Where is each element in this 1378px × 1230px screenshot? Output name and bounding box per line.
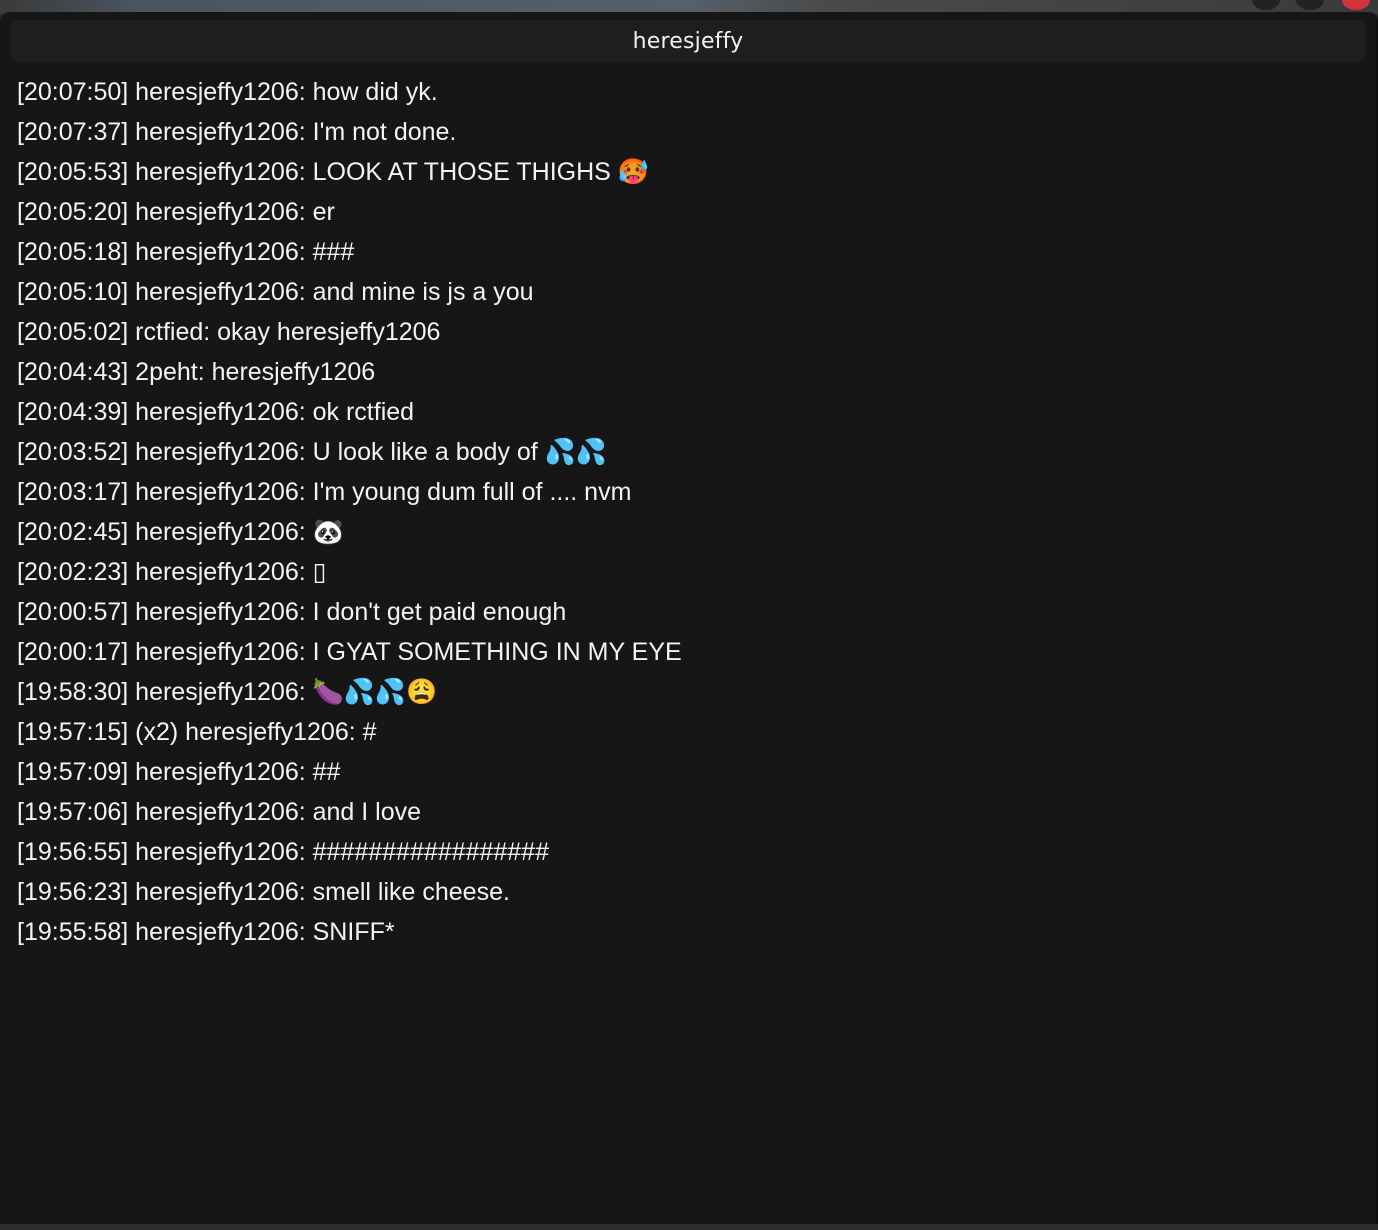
message-author: heresjeffy1206:: [135, 758, 306, 786]
chat-message: [20:02:45] heresjeffy1206: 🐼: [17, 512, 1357, 552]
message-text: 🍆💦💦😩: [312, 678, 438, 706]
chat-message: [20:02:23] heresjeffy1206: ▯: [17, 552, 1357, 592]
chat-message: [20:03:17] heresjeffy1206: I'm young dum…: [17, 472, 1357, 512]
background-control-dot: [1252, 0, 1280, 10]
message-timestamp: [20:04:43]: [17, 358, 129, 386]
message-author: heresjeffy1206:: [135, 518, 306, 546]
message-author: heresjeffy1206:: [135, 638, 306, 666]
message-text: I'm not done.: [312, 118, 457, 146]
message-author: heresjeffy1206:: [135, 838, 306, 866]
chat-message: [20:00:57] heresjeffy1206: I don't get p…: [17, 592, 1357, 632]
message-timestamp: [19:57:09]: [17, 758, 129, 786]
message-author: heresjeffy1206:: [135, 678, 306, 706]
chat-message: [20:05:20] heresjeffy1206: er: [17, 192, 1357, 232]
chat-message: [20:05:10] heresjeffy1206: and mine is j…: [17, 272, 1357, 312]
message-timestamp: [19:55:58]: [17, 918, 129, 946]
chat-message: [19:56:23] heresjeffy1206: smell like ch…: [17, 872, 1357, 912]
message-text: I GYAT SOMETHING IN MY EYE: [312, 638, 682, 666]
message-timestamp: [20:05:20]: [17, 198, 129, 226]
chat-message: [19:58:30] heresjeffy1206: 🍆💦💦😩: [17, 672, 1357, 712]
message-timestamp: [19:56:55]: [17, 838, 129, 866]
message-timestamp: [19:57:06]: [17, 798, 129, 826]
message-text: ###: [312, 238, 355, 266]
window-titlebar[interactable]: heresjeffy: [10, 20, 1366, 62]
message-timestamp: [20:00:17]: [17, 638, 129, 666]
message-timestamp: [20:04:39]: [17, 398, 129, 426]
message-text: 🐼: [312, 518, 344, 546]
message-author: (x2) heresjeffy1206:: [135, 718, 356, 746]
message-text: heresjeffy1206: [211, 358, 376, 386]
message-text: ▯: [312, 558, 327, 586]
window-bottom-edge: [0, 1224, 1378, 1230]
chat-message: [20:07:50] heresjeffy1206: how did yk.: [17, 72, 1357, 112]
message-timestamp: [20:00:57]: [17, 598, 129, 626]
chat-log[interactable]: [20:07:50] heresjeffy1206: how did yk. [2…: [17, 72, 1357, 952]
message-timestamp: [20:05:53]: [17, 158, 129, 186]
message-timestamp: [20:02:45]: [17, 518, 129, 546]
chat-message: [20:04:43] 2peht: heresjeffy1206: [17, 352, 1357, 392]
message-timestamp: [20:05:10]: [17, 278, 129, 306]
chat-message: [20:04:39] heresjeffy1206: ok rctfied: [17, 392, 1357, 432]
chat-message: [19:55:58] heresjeffy1206: SNIFF*: [17, 912, 1357, 952]
chat-message: [20:07:37] heresjeffy1206: I'm not done.: [17, 112, 1357, 152]
message-author: heresjeffy1206:: [135, 798, 306, 826]
message-text: ##: [312, 758, 341, 786]
chat-message: [20:05:53] heresjeffy1206: LOOK AT THOSE…: [17, 152, 1357, 192]
message-text: SNIFF*: [312, 918, 395, 946]
message-text: okay heresjeffy1206: [217, 318, 441, 346]
message-text: U look like a body of 💦💦: [312, 438, 607, 466]
message-timestamp: [19:57:15]: [17, 718, 129, 746]
chat-message: [20:05:02] rctfied: okay heresjeffy1206: [17, 312, 1357, 352]
message-timestamp: [19:56:23]: [17, 878, 129, 906]
message-author: heresjeffy1206:: [135, 118, 306, 146]
message-text: ok rctfied: [312, 398, 415, 426]
window-title: heresjeffy: [632, 28, 744, 54]
message-timestamp: [20:05:02]: [17, 318, 129, 346]
message-timestamp: [20:07:50]: [17, 78, 129, 106]
message-timestamp: [20:07:37]: [17, 118, 129, 146]
message-text: I don't get paid enough: [312, 598, 567, 626]
message-timestamp: [20:03:52]: [17, 438, 129, 466]
message-author: heresjeffy1206:: [135, 478, 306, 506]
message-author: heresjeffy1206:: [135, 398, 306, 426]
message-author: heresjeffy1206:: [135, 158, 306, 186]
chat-message: [19:57:09] heresjeffy1206: ##: [17, 752, 1357, 792]
message-author: heresjeffy1206:: [135, 238, 306, 266]
message-author: 2peht:: [135, 358, 205, 386]
message-text: er: [312, 198, 335, 226]
chat-message: [19:57:06] heresjeffy1206: and I love: [17, 792, 1357, 832]
message-author: heresjeffy1206:: [135, 278, 306, 306]
chat-message: [19:56:55] heresjeffy1206: #############…: [17, 832, 1357, 872]
message-author: heresjeffy1206:: [135, 78, 306, 106]
message-text: and I love: [312, 798, 422, 826]
message-timestamp: [20:05:18]: [17, 238, 129, 266]
message-timestamp: [20:02:23]: [17, 558, 129, 586]
message-author: heresjeffy1206:: [135, 558, 306, 586]
chat-window: heresjeffy [20:07:50] heresjeffy1206: ho…: [0, 12, 1378, 1224]
chat-message: [20:03:52] heresjeffy1206: U look like a…: [17, 432, 1357, 472]
message-timestamp: [19:58:30]: [17, 678, 129, 706]
chat-message: [20:05:18] heresjeffy1206: ###: [17, 232, 1357, 272]
message-author: rctfied:: [135, 318, 211, 346]
background-control-dot: [1296, 0, 1324, 10]
message-text: and mine is js a you: [312, 278, 534, 306]
message-text: LOOK AT THOSE THIGHS 🥵: [312, 158, 649, 186]
message-author: heresjeffy1206:: [135, 198, 306, 226]
chat-message: [20:00:17] heresjeffy1206: I GYAT SOMETH…: [17, 632, 1357, 672]
background-close-dot: [1342, 0, 1370, 10]
message-text: how did yk.: [312, 78, 438, 106]
message-text: #: [362, 718, 377, 746]
message-author: heresjeffy1206:: [135, 438, 306, 466]
message-text: I'm young dum full of .... nvm: [312, 478, 632, 506]
message-author: heresjeffy1206:: [135, 918, 306, 946]
message-author: heresjeffy1206:: [135, 878, 306, 906]
message-timestamp: [20:03:17]: [17, 478, 129, 506]
chat-message: [19:57:15] (x2) heresjeffy1206: #: [17, 712, 1357, 752]
message-author: heresjeffy1206:: [135, 598, 306, 626]
message-text: #################: [312, 838, 549, 866]
message-text: smell like cheese.: [312, 878, 510, 906]
